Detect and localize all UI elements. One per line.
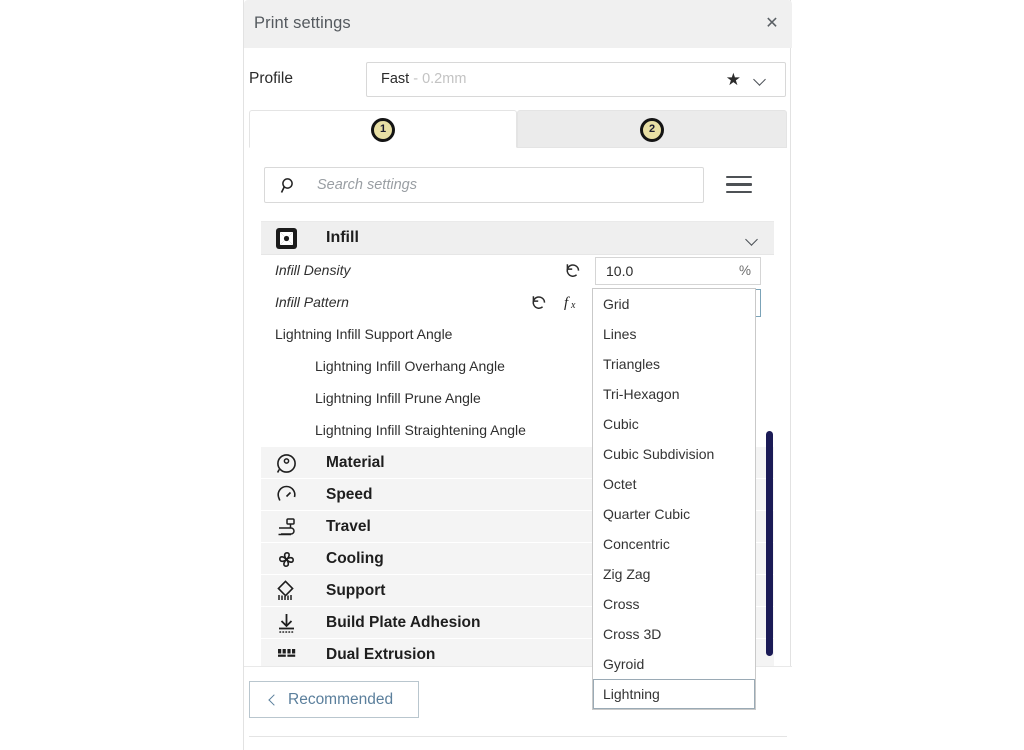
recommended-button-label: Recommended <box>288 690 394 708</box>
profile-row: Profile Fast - 0.2mm ★ <box>244 48 792 110</box>
settings-scrollbar-thumb[interactable] <box>766 431 773 656</box>
formula-fx-icon[interactable]: f x <box>564 292 582 312</box>
profile-value-sub: - 0.2mm <box>409 71 467 87</box>
setting-label: Lightning Infill Overhang Angle <box>315 358 505 374</box>
settings-tabs: 1 2 <box>249 110 787 148</box>
category-label: Build Plate Adhesion <box>326 614 481 631</box>
profile-select[interactable]: Fast - 0.2mm ★ <box>366 62 786 97</box>
dropdown-option-label: Octet <box>603 476 637 492</box>
dropdown-option-label: Cross 3D <box>603 626 662 642</box>
dropdown-option-label: Concentric <box>603 536 670 552</box>
dropdown-option-label: Lightning <box>603 686 660 702</box>
setting-label: Lightning Infill Straightening Angle <box>315 422 526 438</box>
dropdown-option-label: Quarter Cubic <box>603 506 691 522</box>
dropdown-option[interactable]: Cross <box>593 589 755 619</box>
section-title: Infill <box>326 229 359 246</box>
material-spool-icon <box>275 452 298 475</box>
dropdown-option[interactable]: Cross 3D <box>593 619 755 649</box>
dropdown-option-label: Zig Zag <box>603 566 651 582</box>
hamburger-menu-icon[interactable] <box>726 176 752 194</box>
setting-label: Infill Density <box>275 262 351 278</box>
infill-density-unit: % <box>738 263 751 278</box>
category-label: Dual Extrusion <box>326 646 436 663</box>
infill-pattern-dropdown[interactable]: Grid Lines Triangles Tri-Hexagon Cubic C… <box>592 288 756 710</box>
dropdown-option[interactable]: Octet <box>593 469 755 499</box>
chevron-left-icon <box>268 693 280 706</box>
chevron-down-icon[interactable] <box>745 231 758 249</box>
dropdown-option-label: Cubic Subdivision <box>603 446 715 462</box>
infill-icon <box>275 227 298 250</box>
recommended-button[interactable]: Recommended <box>249 681 419 718</box>
profile-value-main: Fast <box>381 71 410 87</box>
star-icon[interactable]: ★ <box>726 70 741 90</box>
settings-scrollbar-track[interactable] <box>762 221 776 666</box>
search-box[interactable]: Search settings <box>264 167 704 203</box>
category-label: Support <box>326 582 386 599</box>
setting-label: Lightning Infill Support Angle <box>275 326 453 342</box>
infill-density-input[interactable]: 10.0 % <box>595 257 761 285</box>
chevron-down-icon[interactable] <box>753 71 771 87</box>
svg-text:x: x <box>570 300 576 311</box>
dropdown-option-label: Tri-Hexagon <box>603 386 680 402</box>
dropdown-option[interactable]: Concentric <box>593 529 755 559</box>
dropdown-option-label: Cross <box>603 596 640 612</box>
search-input-placeholder[interactable]: Search settings <box>317 177 417 193</box>
dropdown-option-label: Gyroid <box>603 656 645 672</box>
dropdown-option[interactable]: Tri-Hexagon <box>593 379 755 409</box>
setting-row-infill-density: Infill Density 10.0 % <box>261 255 774 287</box>
dropdown-option-label: Triangles <box>603 356 661 372</box>
tab-custom[interactable]: 1 <box>249 110 517 148</box>
category-label: Travel <box>326 518 371 535</box>
svg-text:f: f <box>564 295 570 311</box>
dialog-titlebar: Print settings ✕ <box>244 0 792 48</box>
screen: Print settings ✕ Profile Fast - 0.2mm ★ … <box>0 0 1024 750</box>
dropdown-option[interactable]: Cubic Subdivision <box>593 439 755 469</box>
bottom-divider <box>249 736 787 737</box>
travel-path-icon <box>275 516 298 539</box>
dropdown-option[interactable]: Grid <box>593 289 755 319</box>
setting-label: Infill Pattern <box>275 294 349 310</box>
category-label: Cooling <box>326 550 384 567</box>
section-header-infill[interactable]: Infill <box>261 222 774 255</box>
search-row: Search settings <box>249 148 787 208</box>
dropdown-option[interactable]: Zig Zag <box>593 559 755 589</box>
tab-custom-badge: 1 <box>372 119 394 141</box>
dropdown-option[interactable]: Cubic <box>593 409 755 439</box>
dropdown-option-selected[interactable]: Lightning <box>593 679 755 709</box>
dropdown-option-label: Cubic <box>603 416 639 432</box>
dialog-title: Print settings <box>254 14 351 32</box>
profile-value-text: Fast - 0.2mm <box>381 71 466 87</box>
dropdown-option-label: Grid <box>603 296 630 312</box>
tab-secondary-badge: 2 <box>641 119 663 141</box>
infill-density-value: 10.0 <box>606 263 634 279</box>
dropdown-option[interactable]: Triangles <box>593 349 755 379</box>
speedometer-icon <box>275 484 298 507</box>
dropdown-option[interactable]: Quarter Cubic <box>593 499 755 529</box>
profile-label: Profile <box>249 70 293 87</box>
fan-icon <box>275 548 298 571</box>
setting-label: Lightning Infill Prune Angle <box>315 390 481 406</box>
dropdown-option[interactable]: Lines <box>593 319 755 349</box>
dual-extrusion-icon <box>275 644 298 666</box>
dropdown-option-label: Lines <box>603 326 637 342</box>
search-icon <box>280 177 298 195</box>
revert-icon[interactable] <box>530 293 548 311</box>
revert-icon[interactable] <box>564 261 582 279</box>
dropdown-option[interactable]: Gyroid <box>593 649 755 679</box>
build-plate-adhesion-icon <box>275 612 298 635</box>
tab-secondary[interactable]: 2 <box>517 110 787 148</box>
category-label: Material <box>326 454 385 471</box>
close-icon[interactable]: ✕ <box>762 14 782 34</box>
support-icon <box>275 580 298 603</box>
category-label: Speed <box>326 486 373 503</box>
